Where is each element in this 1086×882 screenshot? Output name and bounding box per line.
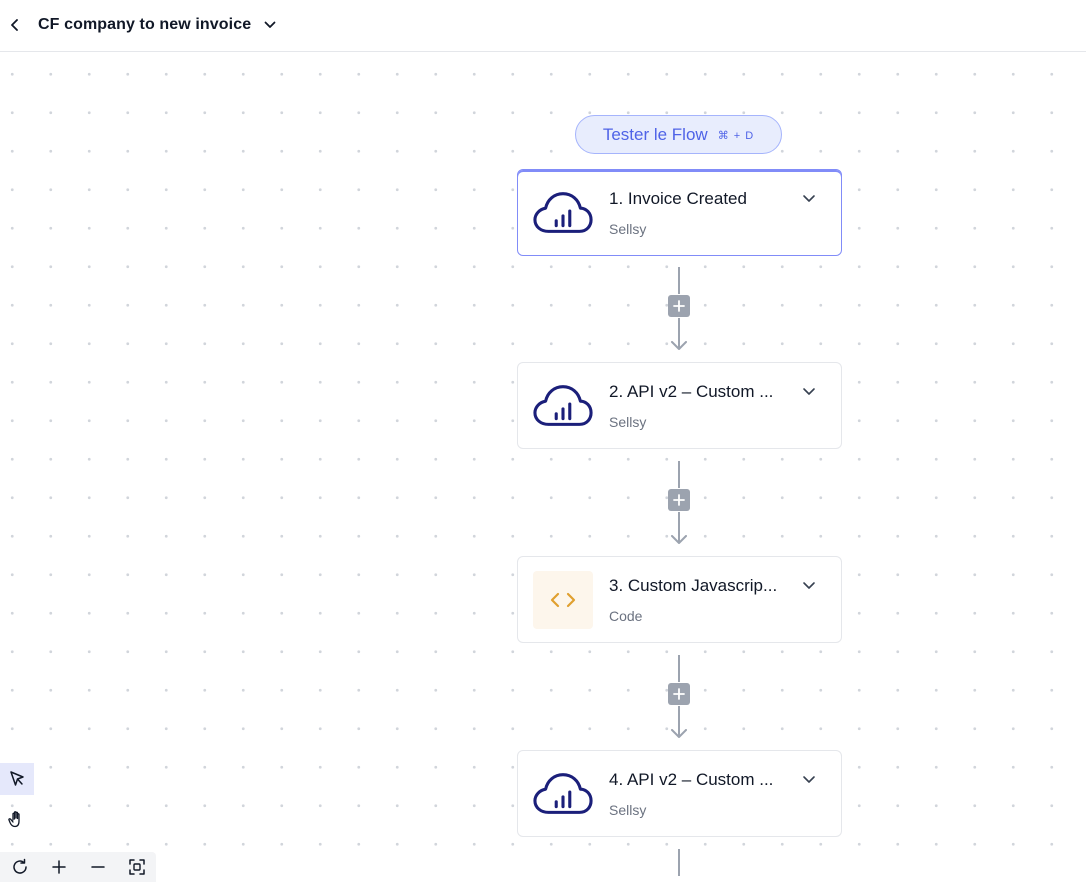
sellsy-cloud-icon: [533, 184, 593, 242]
sellsy-cloud-icon: [533, 765, 593, 823]
step-app-name: Sellsy: [609, 802, 647, 818]
chevron-down-icon: [264, 21, 276, 28]
add-step-button[interactable]: [668, 489, 690, 511]
step-title: 4. API v2 – Custom ...: [609, 770, 774, 789]
step-app-name: Code: [609, 608, 643, 624]
pan-tool-button[interactable]: [0, 803, 34, 835]
step-app-name: Sellsy: [609, 414, 647, 430]
test-flow-button[interactable]: Tester le Flow ⌘ + D: [575, 115, 782, 154]
arrow-down-icon: [671, 535, 687, 544]
connector-line: [678, 267, 680, 294]
zoom-controls: [0, 852, 156, 882]
plus-icon: [673, 688, 685, 700]
sellsy-cloud-icon: [533, 377, 593, 435]
pointer-icon: [10, 771, 24, 786]
chevron-down-icon: [803, 194, 815, 202]
chevron-left-icon: [11, 19, 18, 31]
step-card-2[interactable]: 2. API v2 – Custom ... Sellsy: [517, 362, 842, 449]
fit-view-icon: [128, 859, 145, 875]
step-card-3[interactable]: 3. Custom Javascrip... Code: [517, 556, 842, 643]
reset-view-button[interactable]: [0, 852, 39, 882]
keyboard-shortcut: ⌘ + D: [717, 130, 755, 142]
arrow-down-icon: [671, 341, 687, 350]
step-card-4[interactable]: 4. API v2 – Custom ... Sellsy: [517, 750, 842, 837]
back-button[interactable]: [5, 14, 25, 36]
step-card-1[interactable]: 1. Invoice Created Sellsy: [517, 169, 842, 256]
code-icon: [533, 571, 593, 629]
step-title: 3. Custom Javascrip...: [609, 576, 778, 595]
chevron-down-icon: [803, 581, 815, 589]
step-title: 2. API v2 – Custom ...: [609, 382, 774, 401]
hand-icon: [8, 811, 20, 828]
top-bar: CF company to new invoice: [0, 0, 1086, 52]
step-expand-button[interactable]: [798, 574, 820, 596]
add-step-button[interactable]: [668, 295, 690, 317]
step-app-name: Sellsy: [609, 221, 647, 237]
connector-line: [678, 849, 680, 876]
flow-menu-button[interactable]: [260, 15, 280, 35]
step-title: 1. Invoice Created: [609, 189, 747, 208]
plus-icon: [673, 300, 685, 312]
plus-icon: [673, 494, 685, 506]
select-tool-button[interactable]: [0, 763, 34, 795]
zoom-out-icon: [90, 866, 105, 868]
chevron-down-icon: [803, 387, 815, 395]
refresh-icon: [12, 858, 27, 874]
zoom-out-button[interactable]: [78, 852, 117, 882]
zoom-in-icon: [51, 860, 66, 874]
zoom-in-button[interactable]: [39, 852, 78, 882]
connector-line: [678, 655, 680, 682]
test-flow-label: Tester le Flow: [602, 124, 708, 144]
arrow-down-icon: [671, 729, 687, 738]
add-step-button[interactable]: [668, 683, 690, 705]
step-expand-button[interactable]: [798, 187, 820, 209]
step-expand-button[interactable]: [798, 380, 820, 402]
fit-view-button[interactable]: [117, 852, 156, 882]
flow-title: CF company to new invoice: [38, 16, 252, 33]
connector-line: [678, 461, 680, 488]
step-expand-button[interactable]: [798, 768, 820, 790]
chevron-down-icon: [803, 775, 815, 783]
